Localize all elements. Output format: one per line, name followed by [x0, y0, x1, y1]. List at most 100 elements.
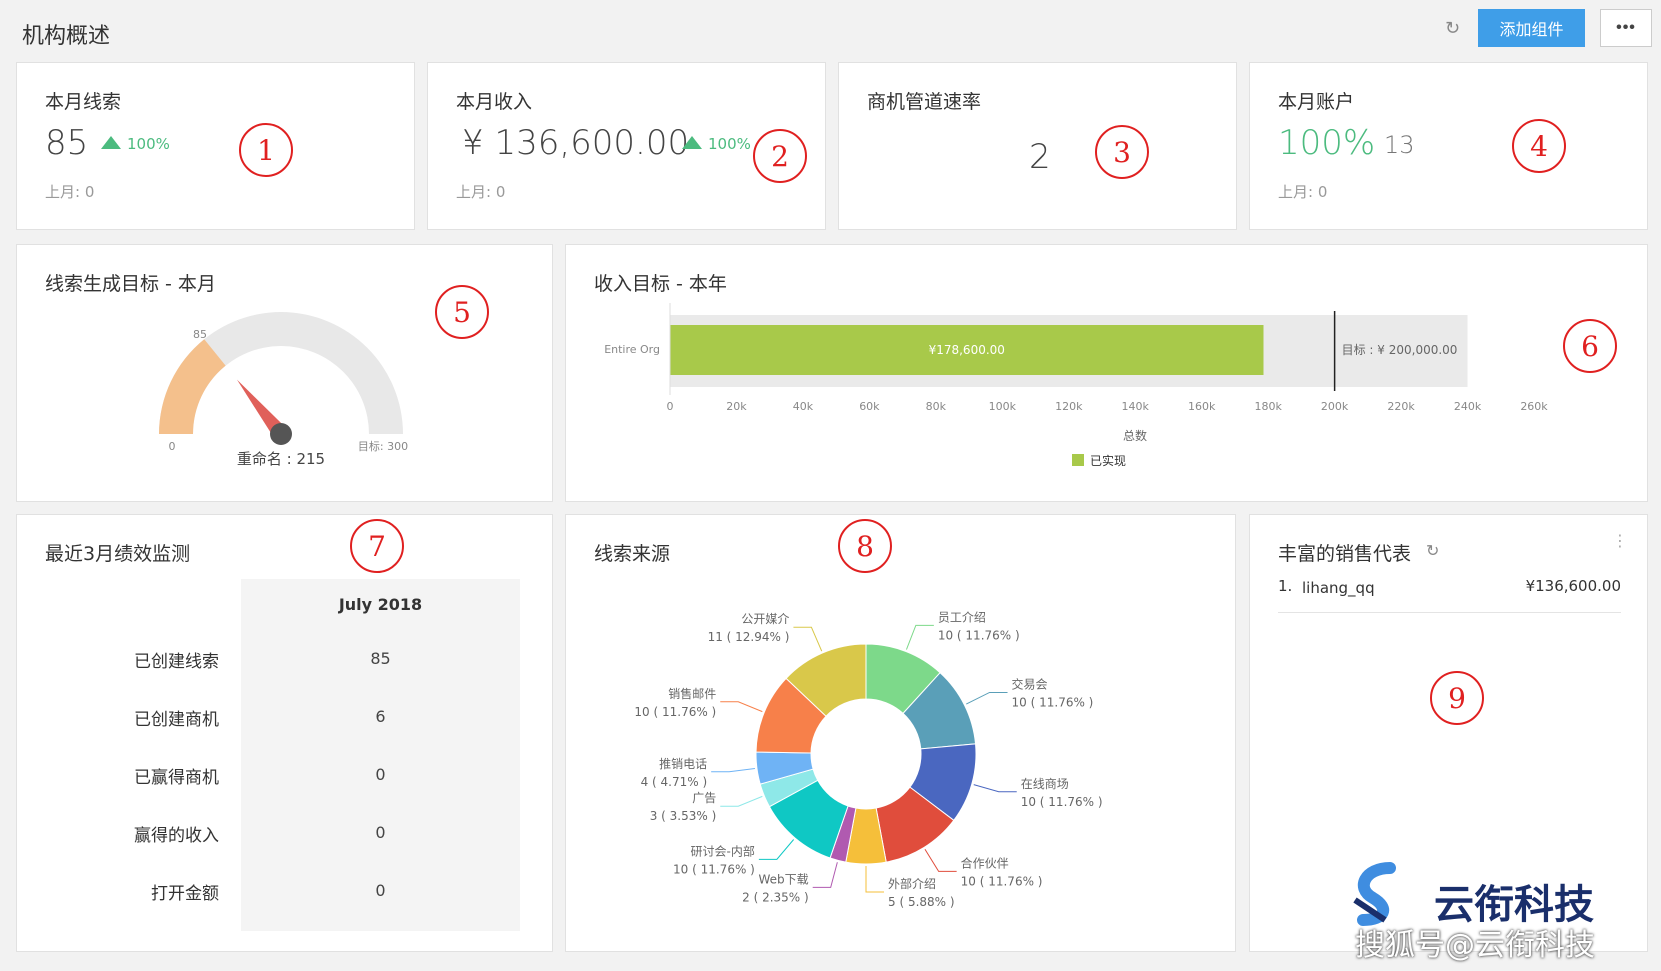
annotation-marker: 7 [350, 519, 404, 573]
legend-swatch [1072, 454, 1084, 466]
row-value: 85 [370, 649, 391, 668]
slice-value-label: 10 ( 11.76% ) [634, 705, 716, 719]
rank: 1. [1278, 577, 1293, 595]
bar-value-label: ¥178,600.00 [929, 343, 1005, 357]
slice-name-label: 外部介绍 [888, 876, 936, 891]
x-tick-label: 20k [726, 400, 747, 413]
kpi-title: 本月账户 [1278, 91, 1355, 113]
slice-value-label: 2 ( 2.35% ) [742, 890, 809, 904]
table-column-bg [241, 579, 520, 931]
kpi-title: 商机管道速率 [867, 91, 982, 113]
kpi-change-value: 100% [708, 135, 751, 153]
target-label: 目标 : ¥ 200,000.00 [1342, 343, 1458, 357]
gauge-min-label: 0 [169, 440, 176, 453]
kebab-menu-icon[interactable]: ⋮ [1612, 533, 1628, 549]
kpi-value: 100% [1278, 123, 1376, 163]
card-title: 最近3月绩效监测 [45, 543, 191, 565]
leader-line [812, 862, 838, 888]
kpi-value: ¥ 136,600.00 [462, 123, 690, 163]
lead-goal-card: 线索生成目标 - 本月 0 85 目标: 300 重命名 : 215 5 [16, 244, 553, 502]
slice-value-label: 10 ( 11.76% ) [1021, 795, 1103, 809]
x-tick-label: 200k [1321, 400, 1349, 413]
x-tick-label: 140k [1122, 400, 1150, 413]
kpi-change-value: 100% [127, 135, 170, 153]
slice-value-label: 11 ( 12.94% ) [708, 630, 790, 644]
row-value: 0 [375, 765, 386, 784]
refresh-icon[interactable]: ↻ [1426, 541, 1439, 560]
row-label: 打开金额 [151, 884, 219, 904]
row-label: 已赢得商机 [134, 768, 219, 788]
kpi-prev: 上月: 0 [456, 183, 506, 201]
row-value: 0 [375, 881, 386, 900]
leader-line [720, 701, 763, 713]
kpi-change: 100% [101, 135, 170, 153]
rep-name: lihang_qq [1302, 579, 1375, 597]
annotation-marker: 4 [1512, 119, 1566, 173]
slice-value-label: 5 ( 5.88% ) [888, 895, 955, 909]
revenue-goal-card: 收入目标 - 本年 Entire Org ¥178,600.00 目标 : ¥ … [565, 244, 1648, 502]
annotation-marker: 1 [239, 123, 293, 177]
kpi-prev: 上月: 0 [1278, 183, 1328, 201]
kpi-card-leads: 本月线索 85 100% 上月: 0 1 [16, 62, 415, 230]
annotation-marker: 2 [753, 129, 807, 183]
row-value: 6 [375, 707, 386, 726]
kpi-prev: 上月: 0 [45, 183, 95, 201]
slice-name-label: Web下载 [759, 872, 809, 886]
x-tick-label: 260k [1520, 400, 1548, 413]
rep-amount: ¥136,600.00 [1525, 577, 1621, 595]
kpi-title: 本月收入 [456, 91, 533, 113]
x-tick-label: 0 [667, 400, 674, 413]
more-menu-button[interactable]: ••• [1600, 9, 1652, 47]
x-tick-label: 40k [793, 400, 814, 413]
row-value: 0 [375, 823, 386, 842]
revenue-goal-chart: Entire Org ¥178,600.00 目标 : ¥ 200,000.00… [604, 303, 1548, 468]
gauge-target-label: 目标: 300 [358, 439, 408, 453]
annotation-marker: 9 [1430, 671, 1484, 725]
slice-name-label: 员工介绍 [938, 610, 986, 624]
slice-name-label: 在线商场 [1021, 776, 1069, 791]
add-widget-button[interactable]: 添加组件 [1478, 9, 1585, 47]
annotation-marker: 6 [1563, 319, 1617, 373]
leader-line [966, 691, 1008, 705]
list-item[interactable]: 1. lihang_qq ¥136,600.00 [1278, 575, 1621, 613]
leader-line [793, 626, 823, 652]
category-label: Entire Org [604, 343, 660, 356]
leader-line [865, 866, 884, 893]
lead-source-card: 线索来源 8 员工介绍 10 ( 11.76% ) 交易会 10 ( 11.76% )… [565, 514, 1236, 952]
slice-name-label: 合作伙伴 [961, 855, 1009, 870]
x-tick-label: 240k [1454, 400, 1482, 413]
slice-value-label: 4 ( 4.71% ) [641, 775, 708, 789]
leader-line [924, 848, 957, 872]
gauge-needle-label: 重命名 : 215 [237, 450, 325, 468]
slice-value-label: 10 ( 11.76% ) [938, 628, 1020, 642]
x-tick-label: 60k [859, 400, 880, 413]
x-tick-label: 220k [1387, 400, 1415, 413]
legend-label: 已实现 [1090, 453, 1126, 468]
performance-card: 最近3月绩效监测 7 July 2018 已创建线索 85 已创建商机 6 已赢得商机 0… [16, 514, 553, 952]
slice-value-label: 3 ( 3.53% ) [650, 809, 717, 823]
slice-value-label: 10 ( 11.76% ) [961, 874, 1043, 888]
x-tick-label: 120k [1055, 400, 1083, 413]
x-tick-label: 180k [1254, 400, 1282, 413]
kpi-change: 100% [682, 135, 751, 153]
card-title: 丰富的销售代表 [1278, 543, 1412, 565]
leader-line [973, 784, 1017, 793]
kpi-card-revenue: 本月收入 ¥ 136,600.00 100% 上月: 0 2 [427, 62, 826, 230]
row-label: 已创建商机 [134, 710, 219, 730]
slice-value-label: 10 ( 11.76% ) [1012, 695, 1094, 709]
table-column-header: July 2018 [338, 595, 423, 614]
leader-line [758, 839, 795, 860]
leader-line [905, 624, 934, 650]
kpi-card-accounts: 本月账户 100% 13 上月: 0 4 [1249, 62, 1648, 230]
leader-line [711, 767, 756, 773]
lead-source-donut: 员工介绍 10 ( 11.76% ) 交易会 10 ( 11.76% ) 在线商场 10 … [634, 610, 1103, 909]
slice-name-label: 销售邮件 [668, 686, 716, 701]
gauge-fill [159, 339, 226, 434]
kpi-value: 2 [1029, 137, 1051, 177]
slice-name-label: 研讨会-内部 [691, 843, 755, 858]
annotation-marker: 3 [1095, 125, 1149, 179]
watermark-sub: 搜狐号@云衔科技 [1355, 928, 1595, 963]
refresh-icon[interactable]: ↻ [1445, 18, 1460, 39]
page-title: 机构概述 [22, 24, 111, 49]
kpi-card-pipeline-velocity: 商机管道速率 2 3 [838, 62, 1237, 230]
